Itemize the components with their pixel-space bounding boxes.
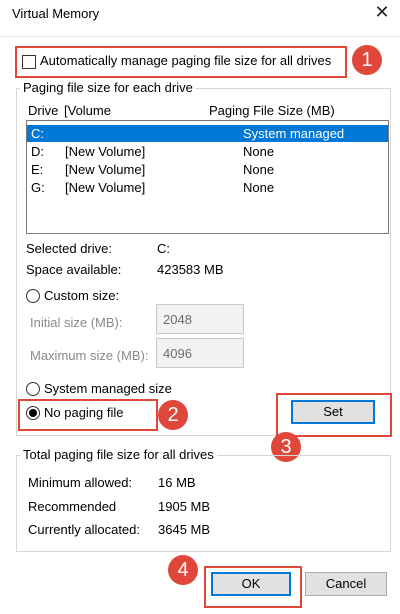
size-cell: None [243, 180, 275, 195]
system-managed-radio[interactable] [26, 382, 40, 396]
header-size: Paging File Size (MB) [209, 103, 335, 118]
callout-4: 4 [168, 555, 198, 585]
space-available-value: 423583 MB [157, 262, 224, 277]
drive-cell: G: [31, 180, 45, 195]
header-volume: [Volume [64, 103, 111, 118]
recommended-label: Recommended [28, 499, 117, 514]
drive-row-c[interactable]: C: System managed [27, 125, 388, 142]
selected-drive-label: Selected drive: [26, 241, 112, 256]
volume-cell: [New Volume] [65, 162, 146, 177]
auto-manage-label[interactable]: Automatically manage paging file size fo… [40, 53, 331, 68]
drive-row-g[interactable]: G: [New Volume] None [27, 179, 388, 196]
volume-cell: [New Volume] [65, 180, 146, 195]
maximum-size-field[interactable]: 4096 [156, 338, 244, 368]
minimum-label: Minimum allowed: [28, 475, 133, 490]
custom-size-radio[interactable] [26, 289, 40, 303]
custom-size-label[interactable]: Custom size: [44, 288, 119, 303]
minimum-value: 16 MB [158, 475, 196, 490]
drive-cell: C: [31, 126, 44, 141]
space-available-label: Space available: [26, 262, 122, 277]
no-paging-label[interactable]: No paging file [44, 405, 124, 420]
system-managed-label[interactable]: System managed size [44, 381, 172, 396]
initial-size-field[interactable]: 2048 [156, 304, 244, 334]
callout-1: 1 [352, 45, 382, 75]
size-cell: None [243, 144, 275, 159]
cancel-button[interactable]: Cancel [305, 572, 387, 596]
recommended-value: 1905 MB [158, 499, 211, 514]
maximum-size-label: Maximum size (MB): [30, 348, 149, 363]
total-group-title: Total paging file size for all drives [20, 447, 217, 462]
set-button[interactable]: Set [291, 400, 375, 424]
selected-drive-value: C: [157, 241, 170, 256]
no-paging-radio[interactable] [26, 406, 40, 420]
drive-row-d[interactable]: D: [New Volume] None [27, 143, 388, 160]
size-cell: System managed [243, 126, 345, 141]
allocated-value: 3645 MB [158, 522, 211, 537]
ok-button[interactable]: OK [211, 572, 291, 596]
auto-manage-checkbox[interactable] [22, 55, 36, 69]
volume-cell: [New Volume] [65, 144, 146, 159]
header-drive: Drive [28, 103, 59, 118]
drive-cell: D: [31, 144, 44, 159]
initial-size-label: Initial size (MB): [30, 315, 123, 330]
close-icon[interactable]: ✕ [372, 2, 392, 22]
drive-cell: E: [31, 162, 44, 177]
callout-2: 2 [158, 400, 188, 430]
window-title: Virtual Memory [12, 6, 100, 21]
allocated-label: Currently allocated: [28, 522, 140, 537]
drive-list[interactable]: C: System managed D: [New Volume] None E… [26, 120, 389, 234]
size-cell: None [243, 162, 275, 177]
drive-row-e[interactable]: E: [New Volume] None [27, 161, 388, 178]
title-separator [0, 36, 400, 37]
paging-group-title: Paging file size for each drive [20, 80, 196, 95]
